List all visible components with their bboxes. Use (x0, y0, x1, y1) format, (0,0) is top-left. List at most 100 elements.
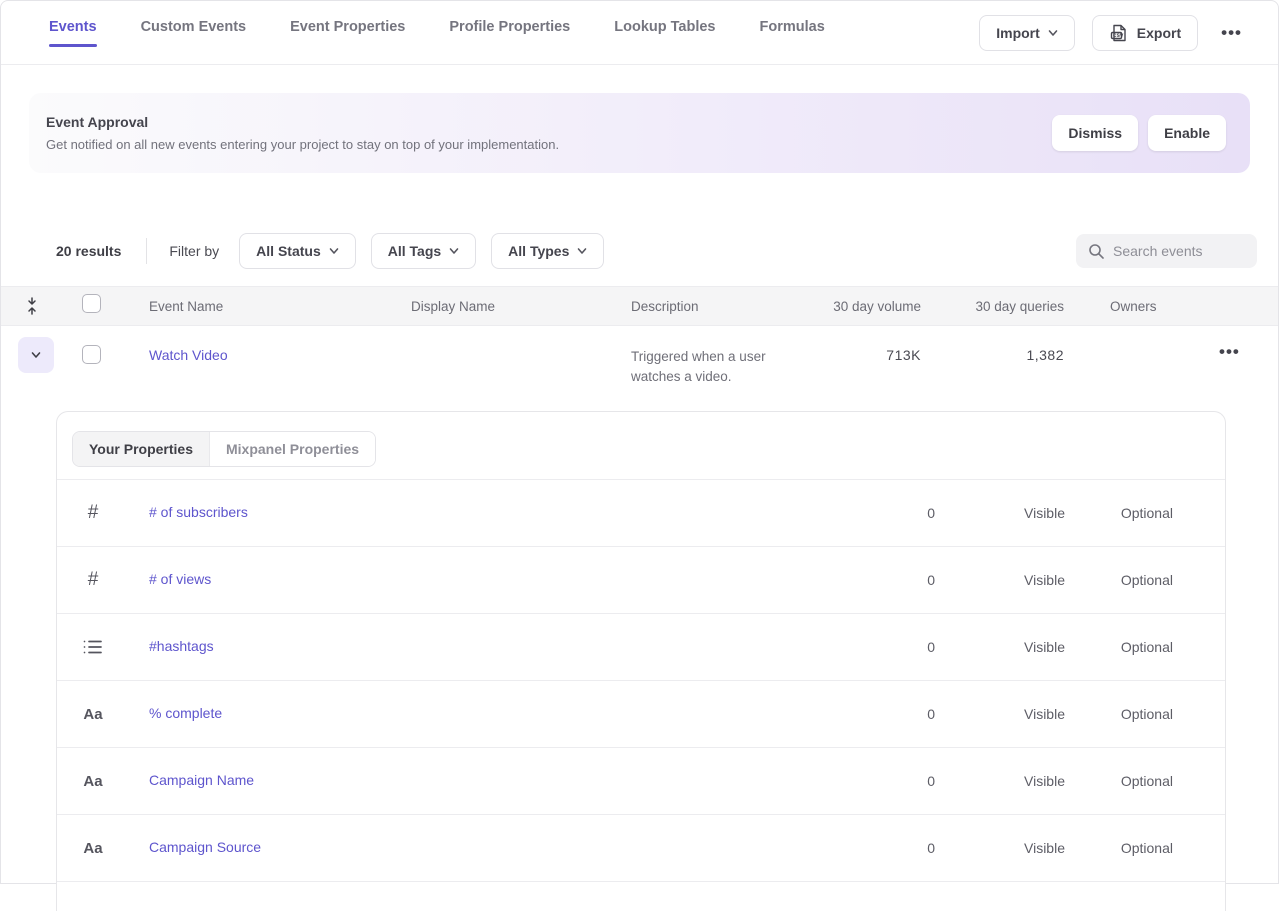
event-properties-panel: Your Properties Mixpanel Properties # # … (56, 411, 1226, 911)
volume-cell: 713K (821, 347, 921, 363)
property-count: 0 (875, 505, 935, 521)
enable-button[interactable]: Enable (1148, 115, 1226, 151)
chevron-down-icon (31, 350, 41, 360)
event-approval-banner: Event Approval Get notified on all new e… (29, 93, 1250, 173)
chevron-down-icon (1048, 28, 1058, 38)
property-requirement: Optional (1065, 706, 1173, 722)
tab-events[interactable]: Events (49, 19, 97, 47)
tab-profile-properties-label: Profile Properties (449, 19, 570, 35)
tab-profile-properties[interactable]: Profile Properties (449, 19, 570, 47)
property-count: 0 (875, 639, 935, 655)
lexicon-events-page: { "topnav": { "tabs": [ { "label": "Even… (0, 0, 1279, 884)
column-header-description: Description (601, 299, 821, 314)
chevron-down-icon (577, 246, 587, 256)
import-button-label: Import (996, 25, 1040, 41)
nav-more-button[interactable]: ••• (1215, 19, 1248, 47)
text-type-icon: Aa (77, 840, 109, 857)
property-row: # # of views 0 Visible Optional (57, 547, 1225, 614)
dismiss-button[interactable]: Dismiss (1052, 115, 1138, 151)
nav-tabs: Events Custom Events Event Properties Pr… (49, 19, 979, 47)
properties-tabbar: Your Properties Mixpanel Properties (57, 412, 1225, 480)
row-checkbox[interactable] (82, 345, 101, 364)
event-row-watch-video: Watch Video Triggered when a user watche… (1, 326, 1278, 411)
status-filter-dropdown[interactable]: All Status (239, 233, 356, 269)
row-more-button[interactable]: ••• (1213, 338, 1246, 366)
property-requirement: Optional (1065, 572, 1173, 588)
tags-filter-dropdown[interactable]: All Tags (371, 233, 476, 269)
tab-formulas-label: Formulas (760, 19, 825, 35)
property-row: Aa % complete 0 Visible Optional (57, 681, 1225, 748)
csv-file-icon: csv (1109, 23, 1129, 43)
property-name-link[interactable]: # of subscribers (149, 504, 248, 520)
event-name-link[interactable]: Watch Video (149, 347, 228, 363)
property-name-link[interactable]: Campaign Name (149, 772, 254, 788)
search-input[interactable] (1113, 243, 1245, 259)
property-count: 0 (875, 773, 935, 789)
events-table-header: Event Name Display Name Description 30 d… (1, 286, 1278, 326)
types-filter-dropdown[interactable]: All Types (491, 233, 604, 269)
chevron-down-icon (329, 246, 339, 256)
tab-events-label: Events (49, 19, 97, 35)
tab-mixpanel-properties[interactable]: Mixpanel Properties (209, 432, 375, 466)
property-requirement: Optional (1065, 505, 1173, 521)
tags-filter-label: All Tags (388, 243, 441, 259)
tab-lookup-tables-label: Lookup Tables (614, 19, 715, 35)
property-row: # # of subscribers 0 Visible Optional (57, 480, 1225, 547)
property-visibility: Visible (935, 505, 1065, 521)
list-type-icon (77, 639, 109, 655)
chevron-down-icon (449, 246, 459, 256)
collapse-all-icon[interactable] (24, 297, 40, 315)
property-requirement: Optional (1065, 773, 1173, 789)
status-filter-label: All Status (256, 243, 321, 259)
queries-cell: 1,382 (921, 347, 1064, 363)
export-button-label: Export (1137, 25, 1181, 41)
tab-custom-events-label: Custom Events (141, 19, 247, 35)
numeric-type-icon: # (77, 502, 109, 524)
collapse-row-button[interactable] (18, 337, 54, 373)
top-navigation: Events Custom Events Event Properties Pr… (1, 1, 1278, 65)
tab-event-properties[interactable]: Event Properties (290, 19, 405, 47)
property-requirement: Optional (1065, 840, 1173, 856)
filter-by-label: Filter by (169, 243, 219, 259)
banner-title: Event Approval (46, 114, 1052, 130)
property-name-link[interactable]: Campaign Source (149, 839, 261, 855)
property-visibility: Visible (935, 639, 1065, 655)
numeric-type-icon: # (77, 569, 109, 591)
property-name-link[interactable]: % complete (149, 705, 222, 721)
filter-bar: 20 results Filter by All Status All Tags… (56, 233, 1258, 269)
property-count: 0 (875, 706, 935, 722)
banner-text: Event Approval Get notified on all new e… (46, 114, 1052, 152)
property-name-link[interactable]: #hashtags (149, 638, 214, 654)
property-visibility: Visible (935, 572, 1065, 588)
tab-custom-events[interactable]: Custom Events (141, 19, 247, 47)
column-header-volume: 30 day volume (821, 299, 921, 314)
types-filter-label: All Types (508, 243, 569, 259)
property-visibility: Visible (935, 706, 1065, 722)
import-button[interactable]: Import (979, 15, 1075, 51)
column-header-owners: Owners (1064, 299, 1191, 314)
property-row: Aa Campaign Source 0 Visible Optional (57, 815, 1225, 882)
banner-description: Get notified on all new events entering … (46, 137, 1052, 152)
search-events-box[interactable] (1076, 234, 1257, 268)
description-cell: Triggered when a user watches a video. (631, 347, 809, 386)
property-visibility: Visible (935, 773, 1065, 789)
column-header-queries: 30 day queries (921, 299, 1064, 314)
search-icon (1088, 243, 1104, 259)
properties-segmented-control: Your Properties Mixpanel Properties (72, 431, 376, 467)
tab-your-properties[interactable]: Your Properties (73, 432, 209, 466)
divider (146, 238, 147, 264)
column-header-event-name: Event Name (119, 299, 381, 314)
property-name-link[interactable]: # of views (149, 571, 211, 587)
tab-lookup-tables[interactable]: Lookup Tables (614, 19, 715, 47)
property-row: #hashtags 0 Visible Optional (57, 614, 1225, 681)
export-button[interactable]: csv Export (1092, 15, 1198, 51)
text-type-icon: Aa (77, 706, 109, 723)
tab-formulas[interactable]: Formulas (760, 19, 825, 47)
select-all-checkbox[interactable] (82, 294, 101, 313)
tab-event-properties-label: Event Properties (290, 19, 405, 35)
property-count: 0 (875, 572, 935, 588)
property-count: 0 (875, 840, 935, 856)
active-tab-underline (49, 44, 97, 47)
column-header-display-name: Display Name (381, 299, 601, 314)
property-visibility: Visible (935, 840, 1065, 856)
